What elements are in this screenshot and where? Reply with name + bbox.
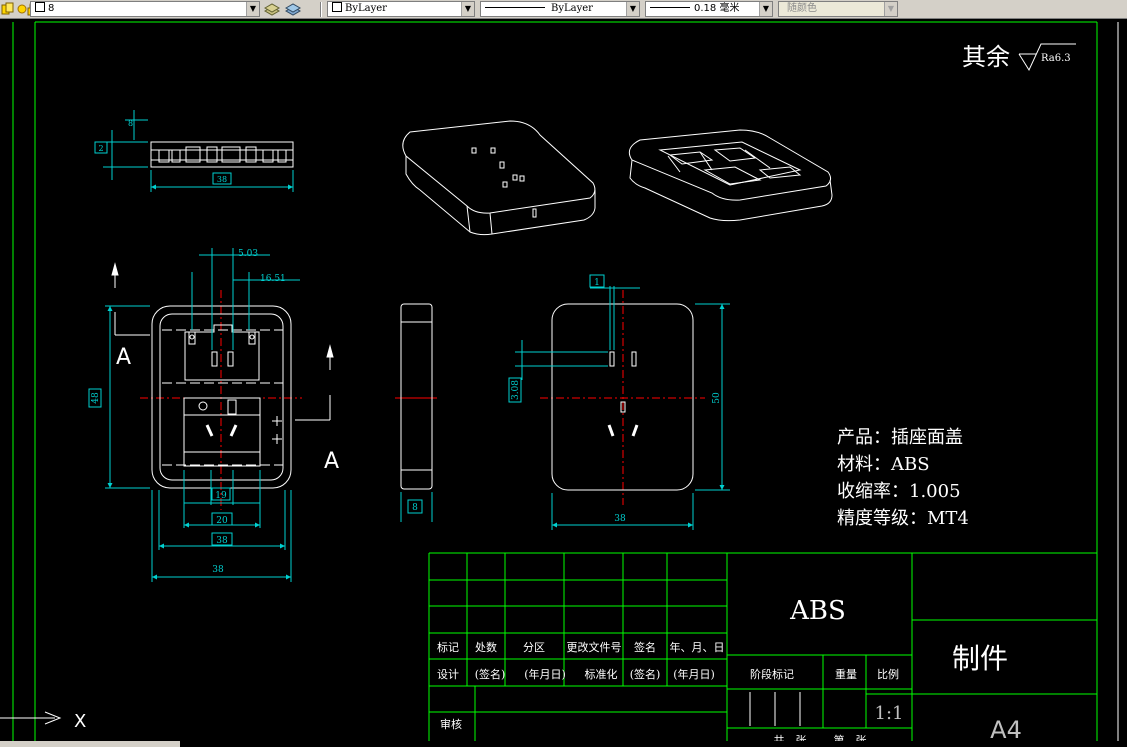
tb-part-type: 制件: [952, 642, 1008, 675]
tb-change-doc: 更改文件号: [567, 640, 622, 654]
dim-side-thickness: 8: [412, 503, 418, 513]
tb-design-sign: (签名): [475, 667, 506, 681]
layer-dropdown[interactable]: 8 ▼: [30, 1, 260, 17]
note-product: 产品：插座面盖: [837, 427, 963, 448]
right-view: 1 3.08 50 38: [508, 274, 730, 530]
chevron-down-icon[interactable]: ▼: [461, 2, 474, 16]
drawing-canvas[interactable]: 其余 Ra6.3 38 2 8 A A 5.03 16.51 48 19 20 …: [0, 19, 1127, 741]
note-precision: 精度等级：MT4: [837, 508, 969, 529]
tb-std-date: (年月日): [673, 667, 715, 681]
tb-scale: 1:1: [875, 703, 904, 724]
tb-count: 处数: [475, 641, 497, 654]
tb-scale-label: 比例: [877, 667, 899, 681]
tb-stage: 阶段标记: [750, 667, 794, 681]
chevron-down-icon[interactable]: ▼: [626, 2, 639, 16]
layer-value: 8: [48, 3, 55, 14]
tb-design-date: (年月日): [524, 667, 566, 681]
dim-top-width: 38: [217, 175, 227, 184]
dim-right-offset: 3.08: [511, 380, 521, 400]
chevron-down-icon: ▼: [884, 2, 897, 16]
dim-front-offset1: 5.03: [238, 249, 258, 259]
tb-mark: 标记: [437, 640, 459, 654]
properties-toolbar: 8 ▼ ByLayer ▼ ByLayer ▼ 0.18 毫米 ▼ 随颜色 ▼: [0, 0, 1127, 19]
top-view: 38 2 8: [94, 110, 294, 192]
note-shrinkage: 收缩率：1.005: [837, 481, 961, 502]
tb-standardize: 标准化: [585, 667, 618, 681]
dim-right-height: 50: [712, 392, 722, 404]
toolbar-separator: [320, 2, 322, 17]
tb-review: 审核: [440, 717, 462, 731]
iso-view-cover: [402, 120, 596, 236]
lineweight-dropdown[interactable]: 0.18 毫米 ▼: [645, 1, 773, 17]
dim-right-width: 38: [614, 514, 626, 524]
dim-front-wtotal: 38: [212, 565, 224, 575]
chevron-down-icon[interactable]: ▼: [759, 2, 772, 16]
chevron-down-icon[interactable]: ▼: [246, 2, 259, 16]
dim-top-depth: 8: [128, 119, 133, 128]
dim-front-height: 48: [91, 392, 101, 404]
section-label-a1: A: [116, 345, 131, 370]
tb-signature: 签名: [634, 640, 656, 654]
tb-material: ABS: [789, 596, 846, 626]
roughness-prefix: 其余: [962, 43, 1010, 71]
technical-notes: 产品：插座面盖 材料：ABS 收缩率：1.005 精度等级：MT4: [837, 427, 969, 529]
tb-date: 年、月、日: [670, 640, 725, 654]
model-layout-tabs[interactable]: [0, 741, 180, 747]
title-block: 标记 处数 分区 更改文件号 签名 年、月、日 设计 (签名) (年月日) 标准…: [428, 552, 1097, 741]
roughness-symbol: 其余 Ra6.3: [962, 43, 1076, 72]
color-square-icon: [35, 2, 45, 12]
tb-zone: 分区: [523, 641, 545, 654]
ucs-x-label: X: [74, 711, 86, 732]
dim-front-offset2: 16.51: [260, 274, 286, 284]
color-swatch-icon: [332, 2, 342, 12]
color-dropdown[interactable]: ByLayer ▼: [327, 1, 475, 17]
note-material: 材料：ABS: [837, 454, 930, 475]
dim-front-w19: 19: [215, 491, 227, 501]
front-view: A A 5.03 16.51 48 19 20 38 38: [88, 248, 339, 582]
tb-design: 设计: [437, 668, 459, 681]
dim-right-slot: 1: [594, 278, 600, 288]
dim-top-height: 2: [98, 144, 103, 153]
layer-previous-icon[interactable]: [263, 1, 281, 17]
iso-view-back: [628, 129, 833, 222]
linetype-dropdown[interactable]: ByLayer ▼: [480, 1, 640, 17]
layer-manager-icon[interactable]: [284, 1, 302, 17]
tb-sheet-no: 第 张: [834, 733, 867, 741]
linetype-preview: [485, 7, 545, 8]
side-view: 8: [395, 303, 437, 522]
plotstyle-dropdown: 随颜色 ▼: [778, 1, 898, 17]
roughness-value: Ra6.3: [1041, 53, 1071, 64]
lineweight-preview: [650, 7, 690, 8]
tb-paper-size: A4: [990, 716, 1022, 741]
tb-weight: 重量: [835, 667, 857, 681]
tb-sheets-total: 共 张: [774, 734, 807, 741]
linetype-value: ByLayer: [551, 3, 593, 14]
plotstyle-value: 随颜色: [787, 3, 817, 14]
color-value: ByLayer: [345, 3, 387, 14]
section-label-a2: A: [324, 449, 339, 474]
lineweight-value: 0.18 毫米: [694, 3, 740, 14]
dim-front-w20: 20: [216, 516, 228, 526]
dim-front-w38: 38: [216, 536, 228, 546]
tb-std-sign: (签名): [630, 667, 661, 681]
